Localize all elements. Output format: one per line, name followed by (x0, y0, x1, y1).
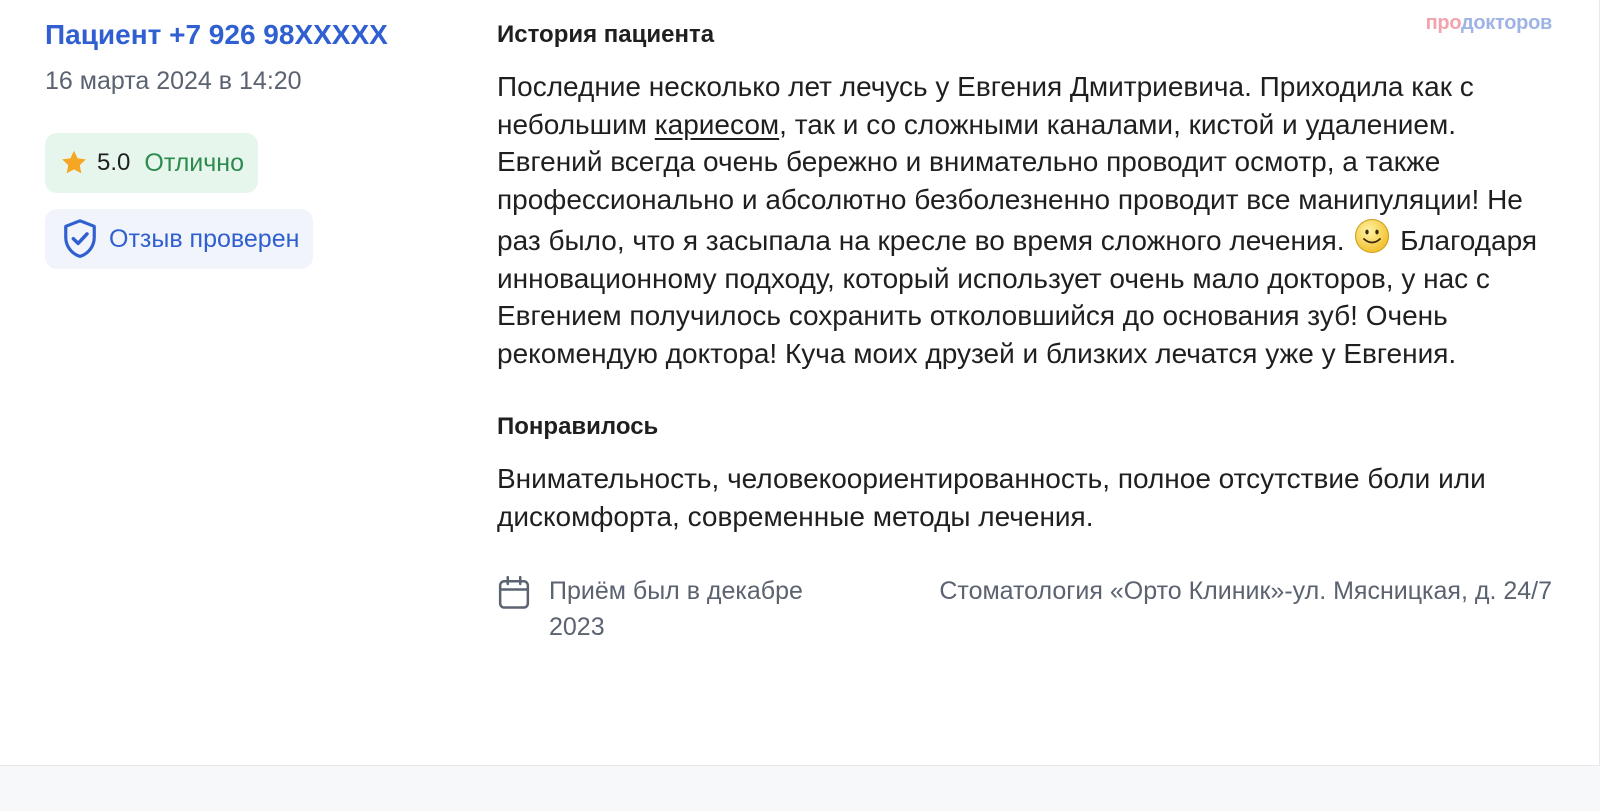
verified-badge[interactable]: Отзыв проверен (45, 209, 314, 269)
caries-link[interactable]: кариесом (655, 109, 779, 140)
calendar-icon (498, 575, 530, 609)
history-text: Последние несколько лет лечусь у Евгения… (497, 68, 1552, 372)
clinic-name[interactable]: Стоматология «Орто Клиник»-ул. Мясницкая… (912, 573, 1552, 609)
author-link[interactable]: Пациент +7 926 98XXXXX (45, 16, 455, 54)
visit-date: Приём был в декабре 2023 (549, 577, 803, 641)
liked-title: Понравилось (497, 413, 659, 440)
shield-check-icon (64, 219, 96, 258)
rating-label: Отлично (144, 148, 245, 177)
review-footer: Приём был в декабре 2023 Стоматология «О… (497, 573, 1552, 653)
review-meta: Пациент +7 926 98XXXXX 16 марта 2024 в 1… (45, 16, 455, 269)
visit-info: Приём был в декабре 2023 (497, 573, 849, 645)
star-icon (62, 150, 86, 174)
smiley-icon (1355, 219, 1390, 253)
rating-score: 5.0 (97, 149, 131, 176)
review-card: продокторов Пациент +7 926 98XXXXX 16 ма… (0, 0, 1600, 766)
verified-label: Отзыв проверен (109, 224, 300, 253)
review-content: История пациента Последние несколько лет… (497, 16, 1552, 653)
liked-text: Внимательность, человекоориентированност… (497, 463, 1486, 532)
rating-badge: 5.0 Отлично (45, 133, 259, 193)
history-title: История пациента (497, 21, 715, 48)
review-date: 16 марта 2024 в 14:20 (45, 67, 302, 95)
